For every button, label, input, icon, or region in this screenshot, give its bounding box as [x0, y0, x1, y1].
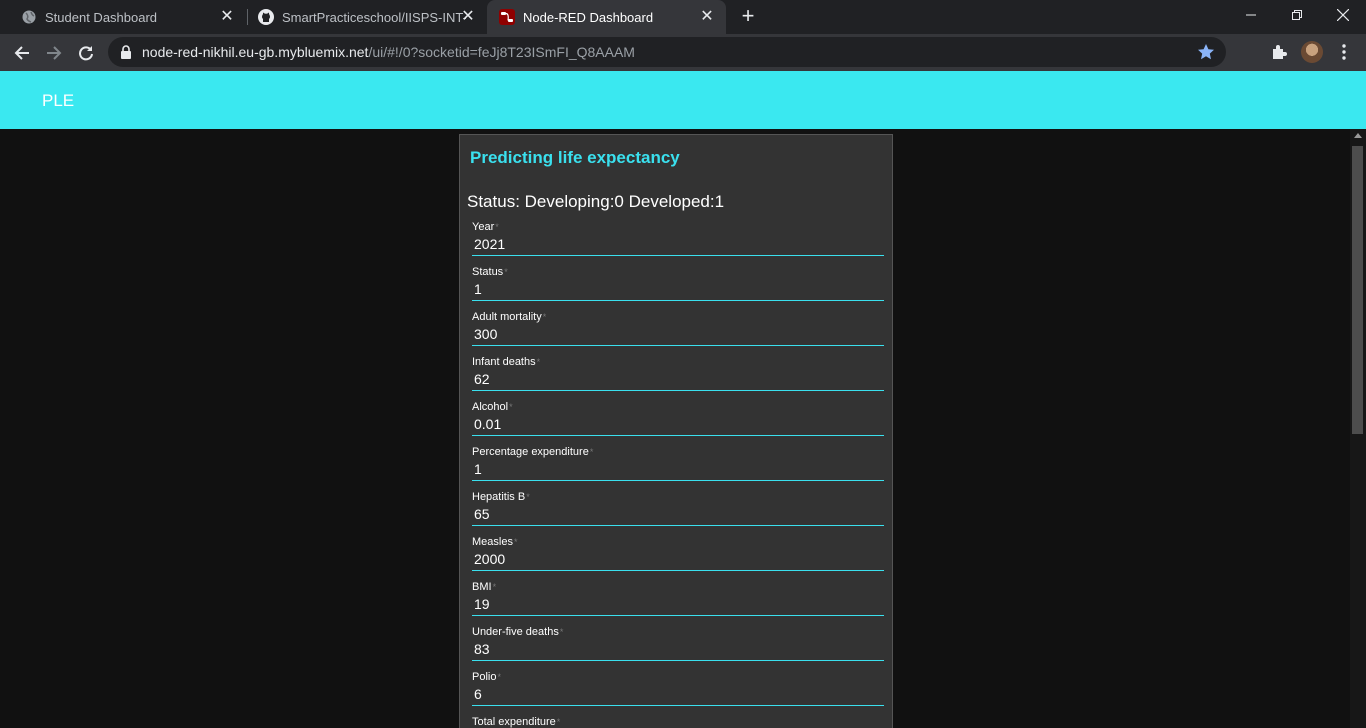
tab-title: SmartPracticeschool/IISPS-INT-2021 [282, 9, 466, 25]
lock-icon[interactable] [118, 44, 134, 60]
bmi-input[interactable] [472, 592, 884, 616]
total-expenditure-field: Total expenditure* [472, 716, 884, 728]
forward-icon[interactable] [41, 40, 67, 66]
url-path: /ui/#!/0?socketid=feJj8T23ISmFI_Q8AAAM [368, 44, 635, 60]
under-five-deaths-field: Under-five deaths* [472, 626, 884, 664]
globe-icon [21, 9, 37, 25]
infant-deaths-field: Infant deaths* [472, 356, 884, 394]
url-text: node-red-nikhil.eu-gb.mybluemix.net/ui/#… [142, 44, 635, 60]
tab-title: Node-RED Dashboard [523, 9, 654, 25]
tab-title: Student Dashboard [45, 9, 158, 25]
measles-field: Measles* [472, 536, 884, 574]
hepatitis-b-field: Hepatitis B* [472, 491, 884, 529]
adult-mortality-input[interactable] [472, 322, 884, 346]
close-window-icon[interactable] [1320, 0, 1366, 30]
adult-mortality-field: Adult mortality* [472, 311, 884, 349]
minimize-icon[interactable] [1228, 0, 1274, 30]
scrollbar-thumb[interactable] [1352, 146, 1363, 434]
menu-kebab-icon[interactable] [1333, 41, 1355, 63]
form-card: Predicting life expectancy Status: Devel… [459, 134, 893, 728]
year-field: Year* [472, 221, 884, 259]
page-scrollbar[interactable] [1350, 129, 1366, 728]
tab-strip: Student Dashboard ✕ SmartPracticeschool/… [0, 0, 1366, 34]
close-tab-icon[interactable]: ✕ [459, 8, 477, 26]
status-input[interactable] [472, 277, 884, 301]
browser-toolbar: node-red-nikhil.eu-gb.mybluemix.net/ui/#… [0, 34, 1366, 71]
bookmark-star-icon[interactable] [1196, 42, 1216, 62]
extensions-icon[interactable] [1268, 41, 1290, 63]
status-hint-text: Status: Developing:0 Developed:1 [467, 192, 725, 211]
close-tab-icon[interactable]: ✕ [698, 8, 716, 26]
form-title: Predicting life expectancy [470, 148, 680, 167]
bmi-field: BMI* [472, 581, 884, 619]
address-bar[interactable]: node-red-nikhil.eu-gb.mybluemix.net/ui/#… [108, 37, 1226, 67]
app-title: PLE [42, 91, 75, 110]
year-input[interactable] [472, 232, 884, 256]
restore-icon[interactable] [1274, 0, 1320, 30]
tab-student-dashboard[interactable]: Student Dashboard ✕ [0, 0, 246, 34]
tab-node-red-dashboard[interactable]: Node-RED Dashboard ✕ [487, 0, 726, 34]
scroll-up-arrow-icon[interactable] [1354, 133, 1362, 138]
new-tab-icon[interactable]: + [736, 5, 760, 29]
alcohol-input[interactable] [472, 412, 884, 436]
profile-avatar-icon[interactable] [1301, 41, 1323, 63]
dashboard-content: Predicting life expectancy Status: Devel… [0, 129, 1350, 728]
percentage-expenditure-field: Percentage expenditure* [472, 446, 884, 484]
close-tab-icon[interactable]: ✕ [218, 8, 236, 26]
github-icon [258, 9, 274, 25]
app-toolbar: PLE [0, 71, 1366, 129]
alcohol-field: Alcohol* [472, 401, 884, 439]
hepatitis-b-input[interactable] [472, 502, 884, 526]
polio-input[interactable] [472, 682, 884, 706]
node-red-icon [499, 9, 515, 25]
url-host: node-red-nikhil.eu-gb.mybluemix.net [142, 44, 369, 60]
status-field: Status* [472, 266, 884, 304]
back-icon[interactable] [9, 40, 35, 66]
infant-deaths-input[interactable] [472, 367, 884, 391]
measles-input[interactable] [472, 547, 884, 571]
tab-github[interactable]: SmartPracticeschool/IISPS-INT-2021 ✕ [237, 0, 487, 34]
percentage-expenditure-input[interactable] [472, 457, 884, 481]
under-five-deaths-input[interactable] [472, 637, 884, 661]
reload-icon[interactable] [73, 40, 99, 66]
polio-field: Polio* [472, 671, 884, 709]
